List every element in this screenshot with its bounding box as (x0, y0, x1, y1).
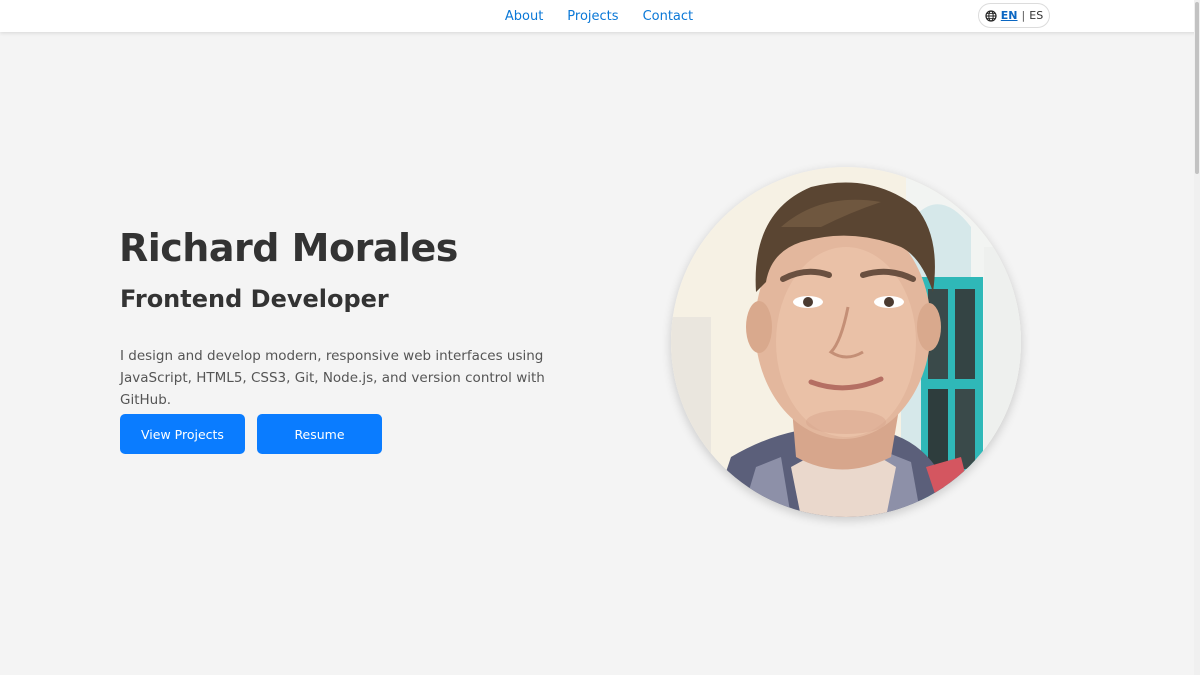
scrollbar-thumb[interactable] (1195, 2, 1199, 174)
resume-button[interactable]: Resume (257, 414, 382, 454)
language-switcher[interactable]: EN | ES (978, 3, 1050, 28)
lang-separator: | (1021, 9, 1026, 22)
page-scrollbar[interactable] (1194, 0, 1200, 675)
hero-description: I design and develop modern, responsive … (120, 348, 545, 408)
nav-link-projects[interactable]: Projects (567, 9, 618, 24)
lang-option-en[interactable]: EN (1001, 9, 1018, 22)
nav-link-about[interactable]: About (505, 9, 543, 24)
view-projects-button[interactable]: View Projects (120, 414, 245, 454)
nav-link-contact[interactable]: Contact (643, 9, 694, 24)
profile-photo (671, 167, 1021, 517)
hero-name: Richard Morales (119, 226, 458, 270)
globe-icon (985, 9, 997, 22)
lang-option-es[interactable]: ES (1029, 9, 1043, 22)
top-navbar: About Projects Contact EN | ES (0, 0, 1198, 32)
hero-role: Frontend Developer (120, 285, 389, 313)
